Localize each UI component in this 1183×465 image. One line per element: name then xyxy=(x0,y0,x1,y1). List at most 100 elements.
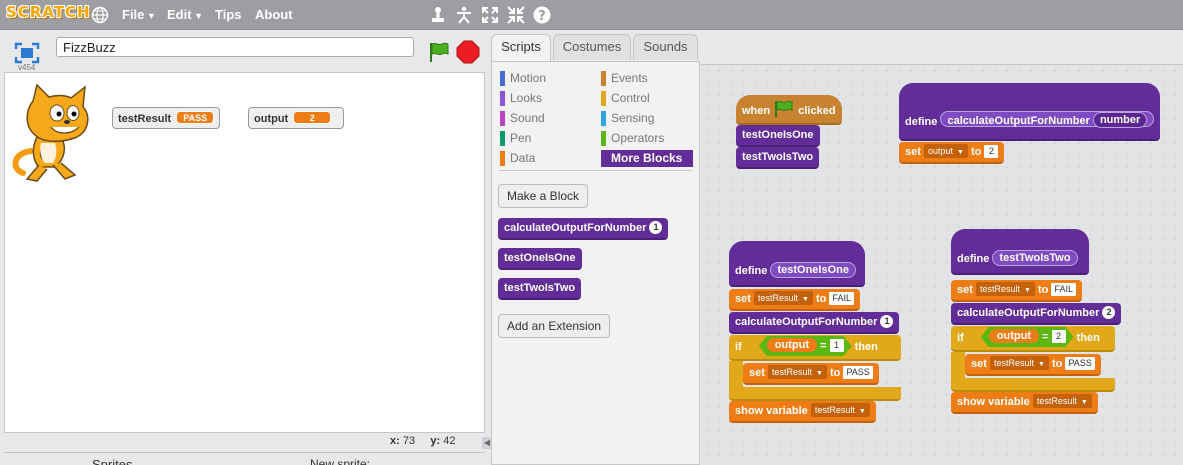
category-swatch xyxy=(500,131,505,146)
variable-dropdown[interactable]: testResult ▼ xyxy=(767,365,827,379)
category-more-blocks[interactable]: More Blocks xyxy=(601,150,693,167)
define-testoneisone-block[interactable]: define testOneIsOne xyxy=(729,241,865,287)
category-control[interactable]: Control xyxy=(601,90,693,107)
output-reporter[interactable]: output xyxy=(989,329,1039,343)
variable-dropdown[interactable]: output ▼ xyxy=(923,144,968,158)
set-testresult-fail-block[interactable]: set testResult ▼ to FAIL xyxy=(951,280,1082,302)
tab-costumes[interactable]: Costumes xyxy=(553,34,631,60)
set-testresult-fail-block[interactable]: set testResult ▼ to FAIL xyxy=(729,289,860,311)
category-swatch xyxy=(601,91,606,106)
category-events[interactable]: Events xyxy=(601,70,693,87)
menu-about[interactable]: About xyxy=(255,7,293,22)
sprites-label: Sprites xyxy=(92,457,133,465)
block-label: define xyxy=(905,116,938,128)
project-title-input[interactable] xyxy=(56,37,414,57)
block-label: set xyxy=(971,358,987,370)
tab-scripts[interactable]: Scripts xyxy=(491,34,551,62)
x-value: 73 xyxy=(402,435,416,447)
dropdown-label: testResult xyxy=(979,284,1020,294)
if-block-foot xyxy=(729,387,901,401)
monitor-output[interactable]: output 2 xyxy=(248,107,344,129)
help-icon[interactable]: ? xyxy=(532,5,552,25)
if-block[interactable]: if output = 1 then xyxy=(729,335,901,361)
monitor-testresult[interactable]: testResult PASS xyxy=(112,107,221,129)
category-sensing[interactable]: Sensing xyxy=(601,110,693,127)
category-operators[interactable]: Operators xyxy=(601,130,693,147)
palette-block-calculate[interactable]: calculateOutputForNumber 1 xyxy=(498,218,669,240)
green-flag-icon xyxy=(775,100,793,117)
category-swatch xyxy=(500,111,505,126)
output-reporter[interactable]: output xyxy=(767,338,817,352)
call-calculate-block[interactable]: calculateOutputForNumber 1 xyxy=(729,312,900,334)
duplicate-stamp-icon[interactable] xyxy=(428,5,448,25)
call-arg[interactable]: 2 xyxy=(1102,306,1116,319)
menu-edit[interactable]: Edit ▼ xyxy=(167,7,203,22)
stop-sign-icon[interactable] xyxy=(456,40,480,64)
call-testoneisone-block[interactable]: testOneIsOne xyxy=(736,125,820,147)
shrink-icon[interactable] xyxy=(506,5,526,25)
variable-dropdown[interactable]: testResult ▼ xyxy=(810,403,870,417)
set-testresult-pass-block[interactable]: set testResult ▼ to PASS xyxy=(965,354,1101,376)
globe-icon[interactable] xyxy=(91,6,109,24)
variable-dropdown[interactable]: testResult ▼ xyxy=(1032,394,1092,408)
value-field[interactable]: PASS xyxy=(843,366,873,379)
value-field[interactable]: FAIL xyxy=(829,292,854,305)
category-label: Control xyxy=(611,91,650,105)
block-label: when xyxy=(742,105,771,117)
variable-dropdown[interactable]: testResult ▼ xyxy=(989,356,1049,370)
call-calculate-block[interactable]: calculateOutputForNumber 2 xyxy=(951,303,1122,325)
palette-block-testtwoistwo[interactable]: testTwoIsTwo xyxy=(498,278,582,300)
grow-icon[interactable] xyxy=(480,5,500,25)
define-calculate-block[interactable]: define calculateOutputForNumber number xyxy=(899,83,1160,141)
show-variable-block[interactable]: show variable testResult ▼ xyxy=(951,392,1098,414)
define-testtwoistwo-block[interactable]: define testTwoIsTwo xyxy=(951,229,1089,275)
scratch-cat-sprite[interactable] xyxy=(9,81,95,185)
tab-sounds[interactable]: Sounds xyxy=(633,34,698,60)
value-field[interactable]: 2 xyxy=(984,145,999,158)
block-label: to xyxy=(1052,358,1063,370)
call-testtwoistwo-block[interactable]: testTwoIsTwo xyxy=(736,147,820,169)
when-flag-clicked-block[interactable]: when clicked xyxy=(736,95,842,125)
menu-file[interactable]: File ▼ xyxy=(122,7,156,22)
equals-operator[interactable]: output = 1 xyxy=(759,336,852,356)
dropdown-label: testResult xyxy=(1036,396,1077,406)
show-variable-block[interactable]: show variable testResult ▼ xyxy=(729,401,876,423)
scratch-logo[interactable]: SCRATCH xyxy=(6,3,91,21)
if-block[interactable]: if output = 2 then xyxy=(951,326,1115,352)
variable-dropdown[interactable]: testResult ▼ xyxy=(975,282,1035,296)
category-pen[interactable]: Pen xyxy=(500,130,592,147)
block-label: set xyxy=(905,146,921,158)
category-data[interactable]: Data xyxy=(500,150,592,167)
add-extension-button[interactable]: Add an Extension xyxy=(498,314,611,338)
block-label: to xyxy=(1038,284,1049,296)
call-arg[interactable]: 1 xyxy=(880,315,894,328)
block-arg[interactable]: 1 xyxy=(649,221,663,234)
category-looks[interactable]: Looks xyxy=(500,90,592,107)
category-label: Pen xyxy=(510,131,532,145)
block-label: to xyxy=(816,293,827,305)
palette-block-testoneisone[interactable]: testOneIsOne xyxy=(498,248,582,270)
menu-tips[interactable]: Tips xyxy=(215,7,242,22)
make-a-block-button[interactable]: Make a Block xyxy=(498,184,589,208)
value-field[interactable]: 1 xyxy=(830,339,844,352)
presentation-mode-icon[interactable] xyxy=(14,42,40,64)
green-flag-icon[interactable] xyxy=(426,40,450,64)
value-field[interactable]: PASS xyxy=(1065,357,1095,370)
if-block-arm xyxy=(729,361,743,389)
variable-dropdown[interactable]: testResult ▼ xyxy=(753,291,813,305)
version-label: v454 xyxy=(18,63,36,72)
delete-scissors-icon[interactable] xyxy=(454,5,474,25)
category-sound[interactable]: Sound xyxy=(500,110,592,127)
block-label: then xyxy=(854,341,878,353)
set-output-block[interactable]: set output ▼ to 2 xyxy=(899,142,1005,164)
param-number[interactable]: number xyxy=(1092,112,1148,128)
block-label: define xyxy=(957,253,990,265)
value-field[interactable]: FAIL xyxy=(1051,283,1076,296)
stage[interactable]: testResult PASS output 2 xyxy=(4,72,485,433)
scripts-area[interactable]: when clicked testOneIsOne testTwoIsTwo d… xyxy=(701,64,1183,465)
chevron-down-icon: ▼ xyxy=(816,370,823,377)
set-testresult-pass-block[interactable]: set testResult ▼ to PASS xyxy=(743,363,879,385)
equals-operator[interactable]: output = 2 xyxy=(981,327,1074,347)
value-field[interactable]: 2 xyxy=(1052,330,1066,343)
category-motion[interactable]: Motion xyxy=(500,70,592,87)
